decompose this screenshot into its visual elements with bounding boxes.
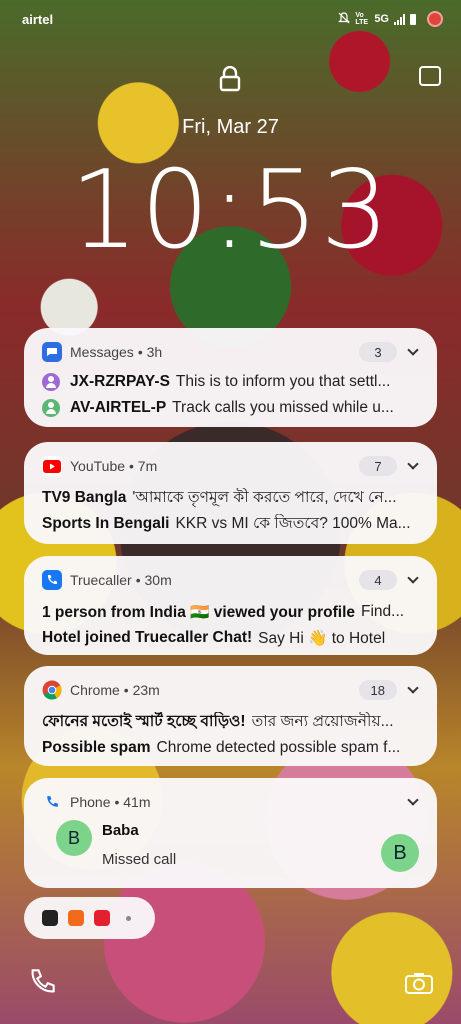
app-name: Messages	[70, 344, 134, 360]
news-app-icon	[94, 910, 110, 926]
expand-chevron-icon[interactable]	[407, 458, 419, 470]
notification-chrome[interactable]: Chrome • 23m 18 ফোনের মতোই স্মার্ট হচ্ছে…	[24, 666, 437, 766]
volte-label: Vo LTE	[355, 12, 369, 26]
mute-icon	[338, 11, 351, 27]
notification-age: • 7m	[129, 458, 158, 474]
notification-text: তার জন্য প্রয়োজনীয়...	[251, 713, 394, 730]
notification-text: Say Hi 👋 to Hotel	[258, 629, 386, 647]
wallet-icon[interactable]	[419, 66, 441, 86]
video-title: KKR vs MI কে জিতবে? 100% Ma...	[175, 515, 411, 532]
notification-title: ফোনের মতোই স্মার্ট হচ্ছে বাড়িও!	[42, 713, 246, 730]
camera-shortcut-icon[interactable]	[405, 972, 435, 996]
list-item[interactable]: AV-AIRTEL-P Track calls you missed while…	[42, 398, 417, 418]
list-item[interactable]: Hotel joined Truecaller Chat! Say Hi 👋 t…	[42, 628, 417, 648]
caller-avatar-large: B	[381, 834, 419, 872]
status-icons: Vo LTE 5G	[338, 11, 443, 27]
notification-header: Chrome • 23m 18	[42, 680, 419, 700]
notification-title: Possible spam	[42, 739, 151, 756]
phone-app-icon	[42, 792, 62, 812]
notification-age: • 41m	[114, 794, 151, 810]
notification-count: 3	[359, 342, 397, 362]
message-preview: Track calls you missed while u...	[172, 399, 394, 416]
lockscreen-date: Fri, Mar 27	[182, 116, 279, 138]
app-name: Phone	[70, 794, 111, 810]
notification-age: • 23m	[123, 682, 160, 698]
notification-header: YouTube • 7m 7	[42, 456, 419, 476]
app-name: YouTube	[70, 458, 126, 474]
messages-app-icon	[42, 342, 62, 362]
notification-text: Chrome detected possible spam f...	[156, 739, 401, 756]
truecaller-app-icon	[42, 570, 62, 590]
signal-icon	[394, 13, 405, 25]
carrier-label: airtel	[22, 11, 54, 27]
caller-name: Baba	[102, 822, 139, 839]
lock-icon	[219, 65, 241, 92]
more-dot-icon	[126, 915, 131, 921]
list-item[interactable]: ফোনের মতোই স্মার্ট হচ্ছে বাড়িও! তার জন্…	[42, 712, 417, 732]
notification-text: Find...	[361, 603, 405, 620]
phone-shortcut-icon[interactable]	[28, 968, 58, 998]
battery-icon	[410, 13, 416, 25]
expand-chevron-icon[interactable]	[407, 682, 419, 694]
video-title: 'আমাকে তৃণমূল কী করতে পারে, দেখে নে...	[132, 489, 397, 506]
notification-truecaller[interactable]: Truecaller • 30m 4 1 person from India 🇮…	[24, 556, 437, 655]
notification-header: Phone • 41m	[42, 792, 419, 812]
missed-call-row[interactable]: B Baba Missed call B	[42, 820, 419, 872]
list-item[interactable]: Sports In Bengali KKR vs MI কে জিতবে? 10…	[42, 514, 417, 534]
chrome-app-icon	[42, 680, 62, 700]
app-name: Chrome	[70, 682, 120, 698]
youtube-app-icon	[42, 456, 62, 476]
app-shortcut-icon	[68, 910, 84, 926]
network-label: 5G	[374, 13, 389, 25]
notification-icons-strip[interactable]	[24, 897, 155, 939]
lockscreen-clock: 10:53	[69, 148, 392, 273]
notification-age: • 3h	[137, 344, 163, 360]
channel-name: TV9 Bangla	[42, 489, 127, 506]
list-item[interactable]: TV9 Bangla 'আমাকে তৃণমূল কী করতে পারে, দ…	[42, 488, 417, 508]
call-status: Missed call	[102, 851, 177, 868]
caller-avatar: B	[56, 820, 92, 856]
user-avatar-icon[interactable]	[427, 11, 443, 27]
contact-icon	[42, 399, 60, 417]
notification-youtube[interactable]: YouTube • 7m 7 TV9 Bangla 'আমাকে তৃণমূল …	[24, 442, 437, 544]
list-item[interactable]: 1 person from India 🇮🇳 viewed your profi…	[42, 602, 417, 622]
expand-chevron-icon[interactable]	[407, 572, 419, 584]
message-preview: This is to inform you that settl...	[175, 373, 391, 390]
channel-name: Sports In Bengali	[42, 515, 170, 532]
list-item[interactable]: JX-RZRPAY-S This is to inform you that s…	[42, 372, 417, 392]
book-icon	[42, 910, 58, 926]
notification-header: Truecaller • 30m 4	[42, 570, 419, 590]
expand-chevron-icon[interactable]	[407, 344, 419, 356]
notification-header: Messages • 3h 3	[42, 342, 419, 362]
notification-title: Hotel joined Truecaller Chat!	[42, 629, 253, 646]
expand-chevron-icon[interactable]	[407, 794, 419, 806]
notification-age: • 30m	[135, 572, 172, 588]
caller-initial: B	[67, 827, 80, 848]
notification-count: 4	[359, 570, 397, 590]
sender-name: JX-RZRPAY-S	[70, 373, 170, 390]
notification-count: 18	[358, 680, 397, 700]
notification-title: 1 person from India 🇮🇳 viewed your profi…	[42, 603, 355, 621]
app-name: Truecaller	[70, 572, 132, 588]
sender-name: AV-AIRTEL-P	[70, 399, 167, 416]
notification-count: 7	[359, 456, 397, 476]
caller-initial: B	[393, 841, 407, 864]
notification-messages[interactable]: Messages • 3h 3 JX-RZRPAY-S This is to i…	[24, 328, 437, 427]
notification-phone[interactable]: Phone • 41m B Baba Missed call B	[24, 778, 437, 888]
contact-icon	[42, 373, 60, 391]
status-bar: airtel Vo LTE 5G	[22, 8, 443, 30]
list-item[interactable]: Possible spam Chrome detected possible s…	[42, 738, 417, 758]
